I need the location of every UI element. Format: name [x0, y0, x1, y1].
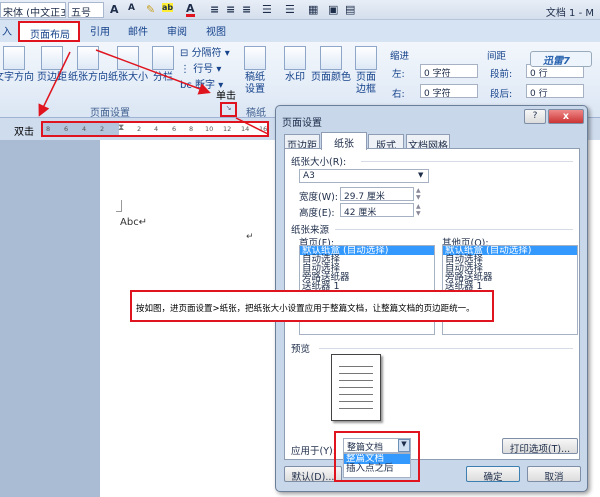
- height-spinner[interactable]: ▲ ▼: [416, 203, 421, 217]
- arrow-to-dialog: [235, 117, 269, 135]
- apply-to-label: 应用于(Y):: [291, 446, 336, 457]
- width-label: 宽度(W):: [299, 192, 339, 203]
- apply-to-dropdown[interactable]: 整篇文档 插入点之后: [343, 453, 411, 478]
- preview-label: 预览: [291, 344, 311, 355]
- dropdown-option[interactable]: 插入点之后: [344, 464, 410, 474]
- width-spinner[interactable]: ▲ ▼: [416, 187, 421, 201]
- arrow-to-ruler: [38, 51, 71, 117]
- height-input[interactable]: 42 厘米: [340, 203, 414, 218]
- height-label: 高度(E):: [299, 208, 335, 219]
- help-button[interactable]: ?: [524, 109, 546, 124]
- divider: [335, 229, 573, 230]
- preview-page: [331, 354, 381, 421]
- chevron-down-icon[interactable]: ▼: [418, 171, 423, 179]
- print-options-button[interactable]: 打印选项(T)...: [502, 438, 578, 455]
- apply-to-highlight: 整篇文档 ▼ 整篇文档 插入点之后: [334, 431, 420, 482]
- width-input[interactable]: 29.7 厘米: [340, 187, 414, 202]
- paper-size-label: 纸张大小(R):: [291, 157, 347, 168]
- close-button[interactable]: x: [548, 109, 584, 124]
- paper-size-select[interactable]: A3: [299, 169, 429, 183]
- chevron-down-icon[interactable]: ▼: [398, 439, 410, 452]
- ok-button[interactable]: 确定: [466, 466, 520, 483]
- dialog-title: 页面设置: [282, 118, 322, 129]
- cancel-button[interactable]: 取消: [527, 466, 581, 483]
- divider: [361, 161, 573, 162]
- tab-paper[interactable]: 纸张: [321, 132, 367, 150]
- arrow-to-launcher: [95, 49, 211, 95]
- paper-source-label: 纸张来源: [291, 225, 330, 236]
- instruction-note: 按如图，进页面设置>纸张，把纸张大小设置应用于整篇文档，让整篇文档的页边距统一。: [130, 290, 494, 322]
- divider: [319, 348, 573, 349]
